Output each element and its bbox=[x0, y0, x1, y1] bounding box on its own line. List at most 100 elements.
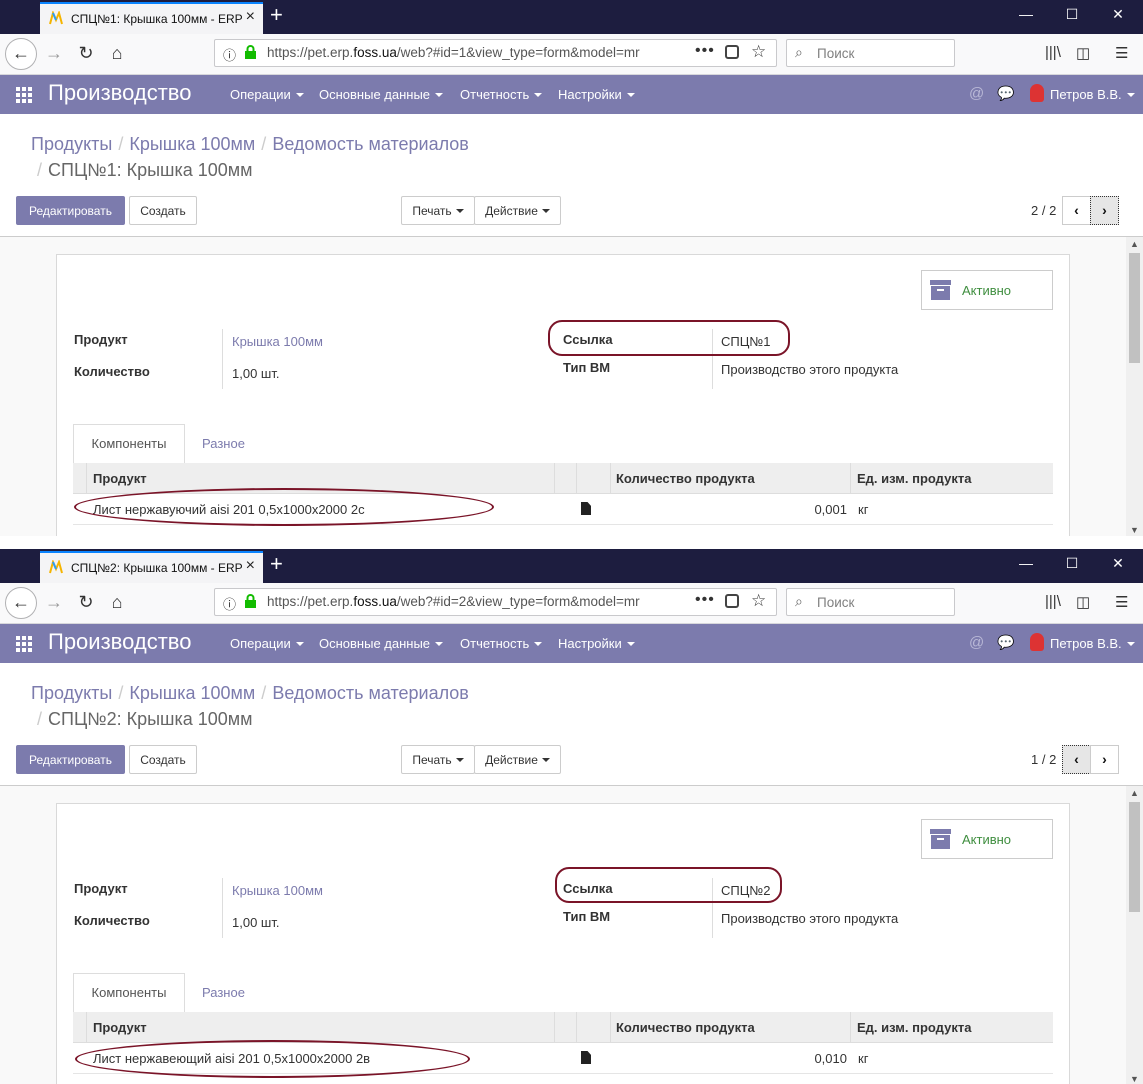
library-icon[interactable]: |||\ bbox=[1045, 593, 1061, 610]
breadcrumb-products[interactable]: Продукты bbox=[31, 683, 112, 703]
pager-next-button[interactable]: › bbox=[1090, 196, 1119, 225]
breadcrumb-bom-list[interactable]: Ведомость материалов bbox=[272, 134, 469, 154]
menu-operations[interactable]: Операции bbox=[230, 87, 304, 102]
url-bar[interactable]: ⓘ https://pet.erp.foss.ua/web?#id=1&view… bbox=[214, 39, 777, 67]
tab-components[interactable]: Компоненты bbox=[73, 424, 185, 464]
product-value[interactable]: Крышка 100мм bbox=[232, 883, 323, 898]
back-icon[interactable]: ← bbox=[5, 587, 37, 619]
column-product[interactable]: Продукт bbox=[93, 471, 147, 486]
menu-master-data[interactable]: Основные данные bbox=[319, 636, 444, 651]
maximize-icon[interactable]: ☐ bbox=[1062, 6, 1082, 23]
minimize-icon[interactable]: — bbox=[1016, 6, 1036, 22]
more-icon[interactable]: ••• bbox=[695, 591, 715, 609]
action-button[interactable]: Действие bbox=[474, 745, 561, 774]
forward-icon[interactable]: → bbox=[40, 588, 68, 616]
user-menu[interactable]: Петров В.В. bbox=[1050, 87, 1135, 102]
create-button[interactable]: Создать bbox=[129, 196, 197, 225]
home-icon[interactable]: ⌂ bbox=[103, 588, 131, 616]
close-window-icon[interactable]: ✕ bbox=[1108, 555, 1128, 572]
table-row[interactable]: Лист нержавуючий aisi 201 0,5x1000x2000 … bbox=[73, 494, 1053, 525]
search-input[interactable]: ⌕ Поиск bbox=[786, 588, 955, 616]
tab-misc[interactable]: Разное bbox=[202, 436, 245, 451]
home-icon[interactable]: ⌂ bbox=[103, 39, 131, 67]
scroll-down-icon[interactable]: ▼ bbox=[1130, 1074, 1139, 1084]
breadcrumb-products[interactable]: Продукты bbox=[31, 134, 112, 154]
edit-button[interactable]: Редактировать bbox=[16, 745, 125, 774]
column-uom[interactable]: Ед. изм. продукта bbox=[857, 1020, 971, 1035]
print-button[interactable]: Печать bbox=[401, 745, 475, 774]
star-icon[interactable]: ☆ bbox=[751, 42, 766, 62]
user-menu[interactable]: Петров В.В. bbox=[1050, 636, 1135, 651]
avatar[interactable] bbox=[1030, 84, 1044, 102]
sidebar-icon[interactable]: ◫ bbox=[1076, 593, 1090, 611]
scroll-down-icon[interactable]: ▼ bbox=[1130, 525, 1139, 535]
apps-grid-icon[interactable] bbox=[16, 636, 32, 652]
more-icon[interactable]: ••• bbox=[695, 42, 715, 60]
info-icon[interactable]: ⓘ bbox=[223, 45, 236, 64]
avatar[interactable] bbox=[1030, 633, 1044, 651]
column-quantity[interactable]: Количество продукта bbox=[616, 471, 755, 486]
hamburger-icon[interactable]: ☰ bbox=[1115, 593, 1128, 611]
forward-icon[interactable]: → bbox=[40, 39, 68, 67]
menu-settings[interactable]: Настройки bbox=[558, 636, 635, 651]
close-window-icon[interactable]: ✕ bbox=[1108, 6, 1128, 23]
chat-icon[interactable]: 💬 bbox=[997, 634, 1014, 651]
file-icon[interactable] bbox=[581, 502, 591, 515]
minimize-icon[interactable]: — bbox=[1016, 555, 1036, 571]
edit-button[interactable]: Редактировать bbox=[16, 196, 125, 225]
product-value[interactable]: Крышка 100мм bbox=[232, 334, 323, 349]
at-icon[interactable]: @ bbox=[969, 85, 984, 102]
create-button[interactable]: Создать bbox=[129, 745, 197, 774]
new-tab-icon[interactable]: + bbox=[270, 4, 283, 26]
hamburger-icon[interactable]: ☰ bbox=[1115, 44, 1128, 62]
menu-reporting[interactable]: Отчетность bbox=[460, 636, 543, 651]
library-icon[interactable]: |||\ bbox=[1045, 44, 1061, 61]
pager-previous-button[interactable]: ‹ bbox=[1062, 745, 1091, 774]
menu-reporting[interactable]: Отчетность bbox=[460, 87, 543, 102]
pocket-icon[interactable] bbox=[725, 45, 739, 59]
pager-previous-button[interactable]: ‹ bbox=[1062, 196, 1091, 225]
url-bar[interactable]: ⓘ https://pet.erp.foss.ua/web?#id=2&view… bbox=[214, 588, 777, 616]
breadcrumb-product[interactable]: Крышка 100мм bbox=[129, 683, 255, 703]
app-title[interactable]: Производство bbox=[48, 629, 191, 655]
print-button[interactable]: Печать bbox=[401, 196, 475, 225]
action-button[interactable]: Действие bbox=[474, 196, 561, 225]
sidebar-icon[interactable]: ◫ bbox=[1076, 44, 1090, 62]
menu-settings[interactable]: Настройки bbox=[558, 87, 635, 102]
column-quantity[interactable]: Количество продукта bbox=[616, 1020, 755, 1035]
apps-grid-icon[interactable] bbox=[16, 87, 32, 103]
chat-icon[interactable]: 💬 bbox=[997, 85, 1014, 102]
active-toggle-button[interactable]: Активно bbox=[921, 270, 1053, 310]
pocket-icon[interactable] bbox=[725, 594, 739, 608]
breadcrumb-bom-list[interactable]: Ведомость материалов bbox=[272, 683, 469, 703]
at-icon[interactable]: @ bbox=[969, 634, 984, 651]
info-icon[interactable]: ⓘ bbox=[223, 594, 236, 613]
close-tab-icon[interactable]: × bbox=[246, 557, 255, 575]
reload-icon[interactable]: ↻ bbox=[72, 39, 100, 67]
menu-master-data[interactable]: Основные данные bbox=[319, 87, 444, 102]
new-tab-icon[interactable]: + bbox=[270, 553, 283, 575]
pager-value[interactable]: 2 / 2 bbox=[1031, 203, 1056, 218]
column-product[interactable]: Продукт bbox=[93, 1020, 147, 1035]
tab-misc[interactable]: Разное bbox=[202, 985, 245, 1000]
maximize-icon[interactable]: ☐ bbox=[1062, 555, 1082, 572]
scrollbar[interactable]: ▲ ▼ bbox=[1126, 786, 1143, 1084]
pager-next-button[interactable]: › bbox=[1090, 745, 1119, 774]
file-icon[interactable] bbox=[581, 1051, 591, 1064]
search-input[interactable]: ⌕ Поиск bbox=[786, 39, 955, 67]
pager-value[interactable]: 1 / 2 bbox=[1031, 752, 1056, 767]
scrollbar-thumb[interactable] bbox=[1129, 253, 1140, 363]
reload-icon[interactable]: ↻ bbox=[72, 588, 100, 616]
active-toggle-button[interactable]: Активно bbox=[921, 819, 1053, 859]
close-tab-icon[interactable]: × bbox=[246, 8, 255, 26]
star-icon[interactable]: ☆ bbox=[751, 591, 766, 611]
back-icon[interactable]: ← bbox=[5, 38, 37, 70]
table-row[interactable]: Лист нержавеющий aisi 201 0,5x1000x2000 … bbox=[73, 1043, 1053, 1074]
tab-components[interactable]: Компоненты bbox=[73, 973, 185, 1013]
breadcrumb-product[interactable]: Крышка 100мм bbox=[129, 134, 255, 154]
column-uom[interactable]: Ед. изм. продукта bbox=[857, 471, 971, 486]
browser-tab[interactable]: СПЦ№1: Крышка 100мм - ERP × bbox=[40, 2, 263, 34]
app-title[interactable]: Производство bbox=[48, 80, 191, 106]
menu-operations[interactable]: Операции bbox=[230, 636, 304, 651]
scrollbar[interactable]: ▲ ▼ bbox=[1126, 237, 1143, 536]
